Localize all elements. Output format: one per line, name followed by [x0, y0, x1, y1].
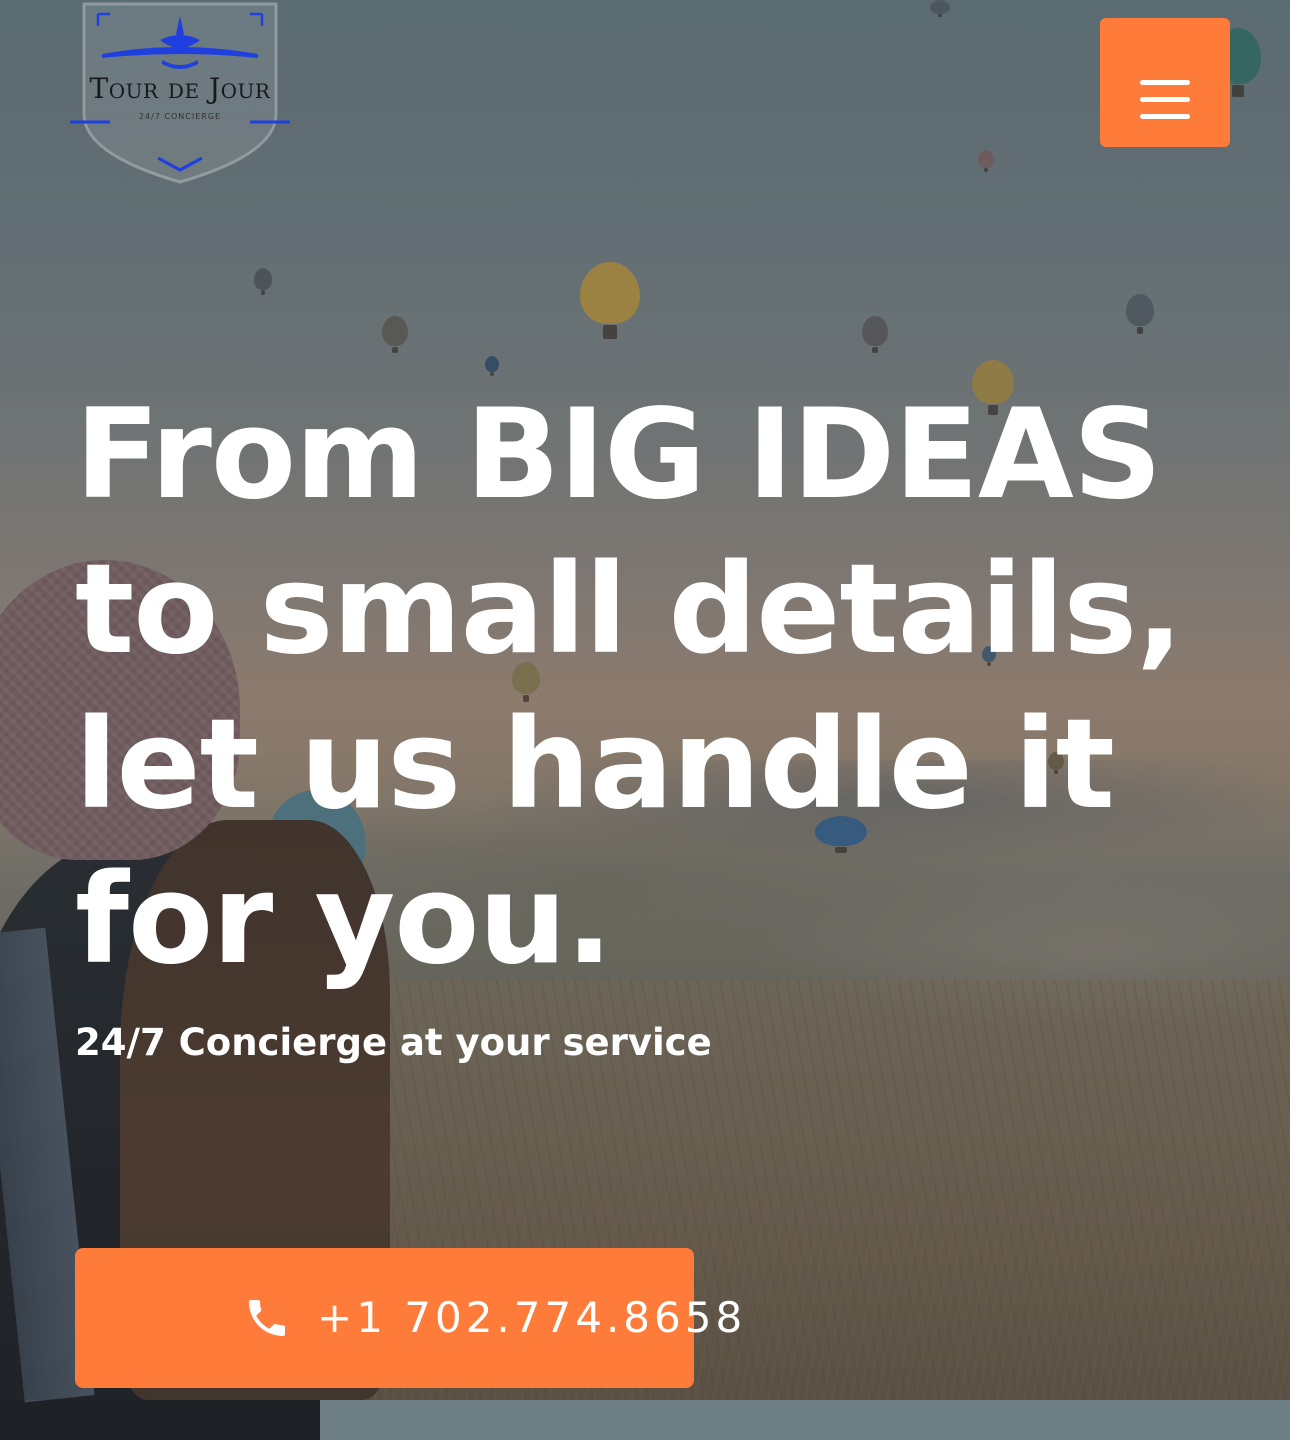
- brand-logo[interactable]: Tour de Jour 24/7 CONCIERGE: [62, 0, 298, 184]
- headline-line: for you.: [75, 848, 613, 992]
- hero-subheading: 24/7 Concierge at your service: [75, 1021, 712, 1064]
- phone-icon: [249, 1300, 285, 1336]
- headline-line: to small details,: [75, 538, 1183, 682]
- headline-line: From BIG IDEAS: [75, 383, 1162, 527]
- phone-number-label: +1 702.774.8658: [317, 1293, 747, 1342]
- call-phone-button[interactable]: +1 702.774.8658: [75, 1248, 742, 1388]
- menu-toggle-button[interactable]: [1100, 18, 1230, 147]
- logo-wordmark: Tour de Jour: [89, 72, 271, 105]
- hero-headline: From BIG IDEAS to small details, let us …: [75, 378, 1183, 998]
- headline-line: let us handle it: [75, 693, 1115, 837]
- logo-tagline: 24/7 CONCIERGE: [138, 112, 222, 121]
